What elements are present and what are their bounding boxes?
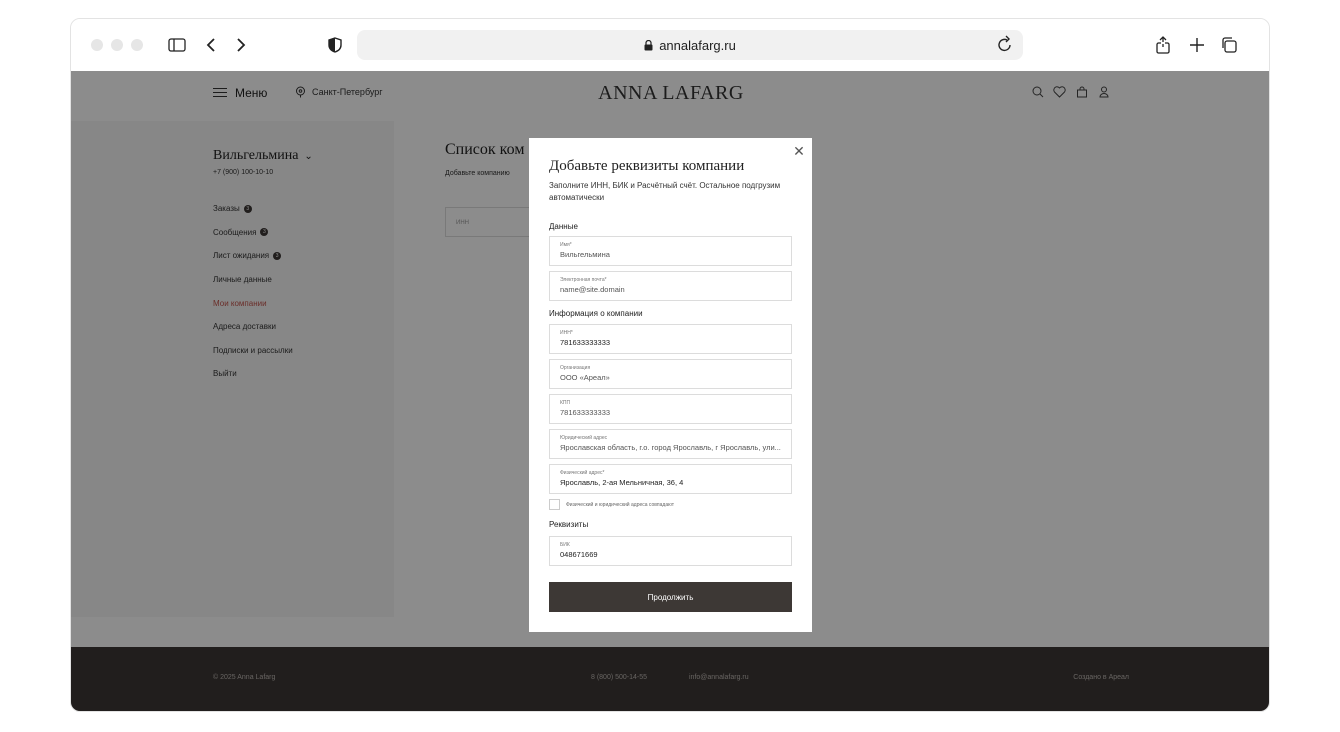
reload-icon[interactable] <box>997 35 1013 56</box>
window-minimize-dot[interactable] <box>111 39 123 51</box>
lock-icon <box>644 39 653 51</box>
kpp-field[interactable]: КПП 781633333333 <box>549 394 792 424</box>
modal-title: Добавьте реквизиты компании <box>549 158 745 174</box>
field-value: 781633333333 <box>560 408 611 417</box>
sidebar-toggle-icon[interactable] <box>165 33 189 57</box>
field-label: Электронная почта* <box>560 277 607 283</box>
privacy-shield-icon[interactable] <box>323 33 347 57</box>
window-close-dot[interactable] <box>91 39 103 51</box>
field-label: Имя* <box>560 242 572 248</box>
field-value: 781633333333 <box>560 338 611 347</box>
share-icon[interactable] <box>1151 33 1175 57</box>
section-data-label: Данные <box>549 222 578 231</box>
inn-field[interactable]: ИНН* 781633333333 <box>549 324 792 354</box>
continue-button[interactable]: Продолжить <box>549 582 792 612</box>
tab-overview-icon[interactable] <box>1217 33 1241 57</box>
url-text: annalafarg.ru <box>659 37 736 53</box>
field-label: КПП <box>560 400 571 406</box>
same-address-checkbox-row[interactable]: Физический и юридический адреса совпадаю… <box>549 499 674 510</box>
field-value: Ярославль, 2-ая Мельничная, 36, 4 <box>560 478 684 487</box>
new-tab-icon[interactable] <box>1185 33 1209 57</box>
field-label: ИНН* <box>560 330 573 336</box>
bik-field[interactable]: БИК 048671669 <box>549 536 792 566</box>
window-zoom-dot[interactable] <box>131 39 143 51</box>
field-value: 048671669 <box>560 550 598 559</box>
browser-toolbar: annalafarg.ru <box>71 19 1269 71</box>
browser-window: annalafarg.ru Меню Санкт-Петербург ANNA … <box>70 18 1270 712</box>
same-address-checkbox[interactable] <box>549 499 560 510</box>
email-field[interactable]: Электронная почта* name@site.domain <box>549 271 792 301</box>
address-bar[interactable]: annalafarg.ru <box>357 30 1023 60</box>
close-icon[interactable]: ✕ <box>792 144 806 158</box>
legal-address-field[interactable]: Юридический адрес Ярославская область, г… <box>549 429 792 459</box>
section-company-label: Информация о компании <box>549 309 643 318</box>
field-label: Организация <box>560 365 591 371</box>
field-value: Вильгельмина <box>560 250 610 259</box>
physical-address-field[interactable]: Физический адрес* Ярославль, 2-ая Мельни… <box>549 464 792 494</box>
field-label: Физический адрес* <box>560 470 605 476</box>
organization-field[interactable]: Организация ООО «Ареал» <box>549 359 792 389</box>
checkbox-label: Физический и юридический адреса совпадаю… <box>566 501 675 508</box>
field-value: name@site.domain <box>560 285 625 294</box>
field-value: ООО «Ареал» <box>560 373 610 382</box>
field-label: Юридический адрес <box>560 435 608 441</box>
name-field[interactable]: Имя* Вильгельмина <box>549 236 792 266</box>
modal-subtitle: Заполните ИНН, БИК и Расчётный счёт. Ост… <box>549 181 781 202</box>
company-requisites-modal: ✕ Добавьте реквизиты компании Заполните … <box>529 138 812 632</box>
page: Меню Санкт-Петербург ANNA LAFARG Вильгел… <box>71 71 1269 711</box>
forward-icon[interactable] <box>229 33 253 57</box>
section-requisites-label: Реквизиты <box>549 520 589 529</box>
field-value: Ярославская область, г.о. город Ярославл… <box>560 443 781 452</box>
field-label: БИК <box>560 542 570 548</box>
back-icon[interactable] <box>199 33 223 57</box>
